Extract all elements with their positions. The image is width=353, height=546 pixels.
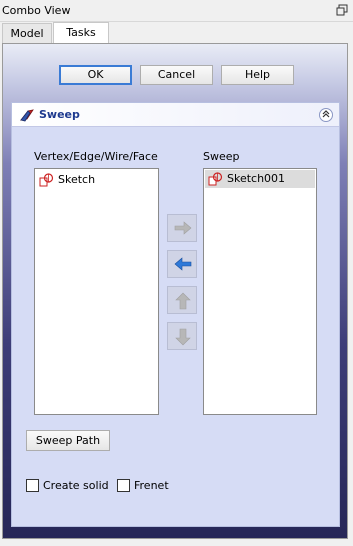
source-list-label: Vertex/Edge/Wire/Face [34, 150, 158, 163]
arrow-up-icon [175, 292, 191, 310]
taskbox-title: Sweep [39, 108, 80, 121]
arrow-right-icon [174, 221, 192, 235]
list-item[interactable]: Sketch001 [205, 170, 315, 188]
sketch-icon [208, 172, 223, 186]
target-list-label: Sweep [203, 150, 240, 163]
add-to-sweep-button[interactable] [167, 214, 197, 242]
collapse-icon[interactable] [319, 108, 333, 122]
sweep-icon [19, 107, 35, 123]
sweep-path-button[interactable]: Sweep Path [26, 430, 110, 451]
create-solid-label: Create solid [43, 479, 109, 492]
arrow-left-icon [174, 257, 192, 271]
float-window-icon[interactable] [336, 4, 348, 16]
create-solid-checkbox[interactable] [26, 479, 39, 492]
frenet-checkbox[interactable] [117, 479, 130, 492]
combo-view-titlebar: Combo View [0, 0, 353, 22]
move-up-button[interactable] [167, 286, 197, 314]
taskbox-header: Sweep [12, 103, 339, 127]
target-list[interactable]: Sketch001 [203, 168, 317, 415]
window-title: Combo View [2, 4, 71, 17]
frenet-label: Frenet [134, 479, 169, 492]
tab-tasks[interactable]: Tasks [53, 22, 109, 44]
sketch-icon [39, 173, 54, 187]
tab-model[interactable]: Model [2, 23, 52, 44]
help-button[interactable]: Help [221, 65, 294, 85]
cancel-button[interactable]: Cancel [140, 65, 213, 85]
source-item-label: Sketch [58, 173, 96, 186]
sweep-taskbox: Sweep Vertex/Edge/Wire/Face Sweep Sketch [11, 102, 340, 527]
list-item[interactable]: Sketch [36, 171, 157, 189]
target-item-label: Sketch001 [227, 172, 286, 185]
remove-from-sweep-button[interactable] [167, 250, 197, 278]
move-down-button[interactable] [167, 322, 197, 350]
tab-bar: Model Tasks [0, 22, 353, 44]
tasks-panel: OK Cancel Help Sweep Vertex/Edge/Wire/Fa… [2, 43, 348, 539]
source-list[interactable]: Sketch [34, 168, 159, 415]
arrow-down-icon [175, 328, 191, 346]
ok-button[interactable]: OK [59, 65, 132, 85]
